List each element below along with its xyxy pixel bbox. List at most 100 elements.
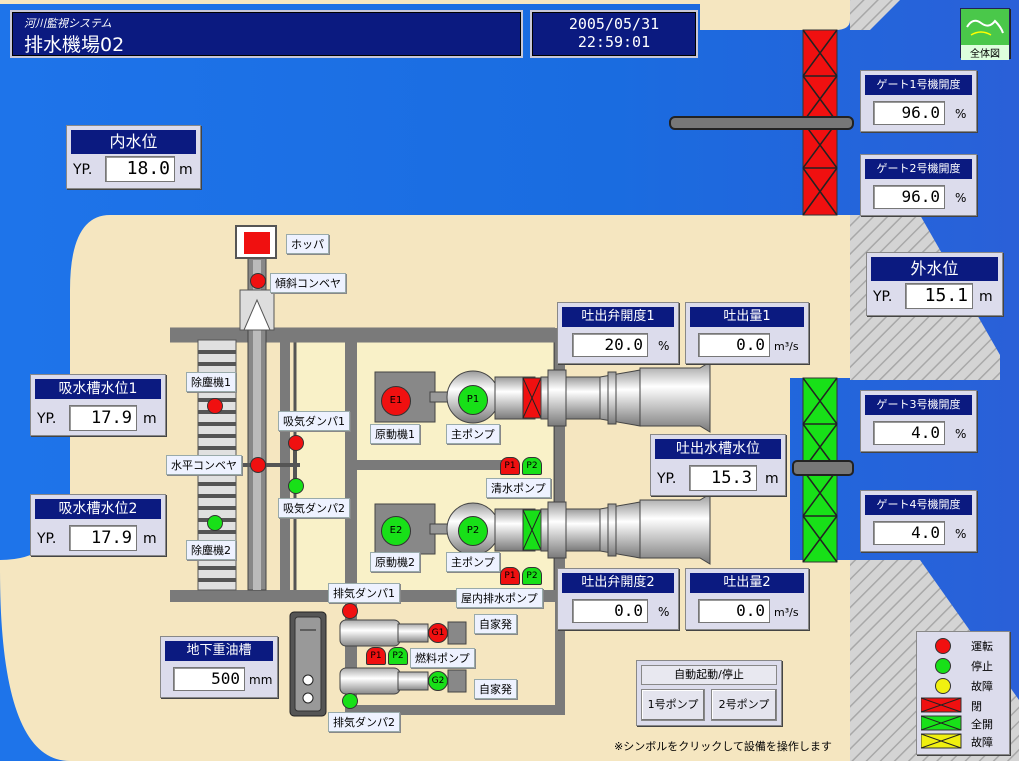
discharge-flow-2-panel: 吐出量2 0.0 m³/s (685, 568, 809, 630)
gate-2-value: 96.0 (873, 185, 945, 209)
intake-level-1-unit: m (143, 411, 157, 427)
discharge-valve-1-unit: % (658, 339, 670, 353)
pump-2-auto-button[interactable]: 2号ポンプ (711, 689, 777, 721)
gate-3-value: 4.0 (873, 421, 945, 445)
engine-1-status[interactable]: E1 (381, 386, 411, 416)
engine-2-label[interactable]: 原動機2 (370, 552, 420, 572)
discharge-valve-1-title: 吐出弁開度1 (562, 307, 674, 327)
exhaust-damper-1-label[interactable]: 排気ダンパ1 (328, 583, 400, 603)
generator-1-label[interactable]: 自家発 (474, 614, 517, 634)
intake-level-2-unit: m (143, 531, 157, 547)
date-display: 2005/05/31 (568, 15, 660, 33)
gate-2-unit: % (955, 191, 967, 205)
main-pump-2-label[interactable]: 主ポンプ (446, 552, 500, 572)
fuel-pump-label[interactable]: 燃料ポンプ (410, 648, 475, 668)
engine-2-status[interactable]: E2 (381, 516, 411, 546)
discharge-tank-value: 15.3 (689, 465, 757, 491)
intake-level-2-panel: 吸水槽水位2 YP. 17.9 m (30, 494, 166, 556)
incline-conveyor-label[interactable]: 傾斜コンベヤ (270, 273, 346, 293)
discharge-valve-2-unit: % (658, 605, 670, 619)
exhaust-damper-2-label[interactable]: 排気ダンパ2 (328, 712, 400, 732)
hopper-label[interactable]: ホッパ (286, 234, 329, 254)
intake-damper-2-label[interactable]: 吸気ダンパ2 (278, 498, 350, 518)
discharge-tank-unit: m (765, 471, 779, 487)
datetime-panel: 2005/05/31 22:59:01 (530, 10, 698, 58)
gate-4-unit: % (955, 527, 967, 541)
gate-1-unit: % (955, 107, 967, 121)
fuel-tank-value: 500 (173, 667, 245, 691)
legend-fault-label: 故障 (971, 680, 993, 693)
screen-2-label[interactable]: 除塵機2 (186, 540, 236, 560)
outer-level-unit: m (979, 289, 993, 305)
main-pump-1-label[interactable]: 主ポンプ (446, 424, 500, 444)
gate-4-title: ゲート4号機開度 (865, 495, 972, 515)
legend-bars (921, 697, 962, 749)
operation-note: ※シンボルをクリックして設備を操作します (614, 740, 832, 753)
gate-1-panel: ゲート1号機開度 96.0 % (860, 70, 977, 132)
exhaust-damper-2-status[interactable] (342, 693, 358, 709)
legend-stop-label: 停止 (971, 660, 993, 673)
horiz-conveyor-label[interactable]: 水平コンベヤ (166, 455, 242, 475)
overview-button[interactable]: 全体図 (960, 8, 1010, 60)
discharge-valve-1-value: 20.0 (572, 333, 648, 357)
intake-level-2-prefix: YP. (37, 531, 57, 547)
intake-level-2-value: 17.9 (69, 525, 137, 551)
system-name: 河川監視システム (24, 17, 112, 30)
horiz-conveyor-status[interactable] (250, 457, 266, 473)
exhaust-damper-1-status[interactable] (342, 603, 358, 619)
intake-damper-1-status[interactable] (288, 435, 304, 451)
outer-level-panel: 外水位 YP. 15.1 m (866, 252, 1003, 316)
intake-level-1-title: 吸水槽水位1 (35, 379, 161, 399)
legend-fullopen-label: 全開 (971, 718, 993, 731)
discharge-tank-title: 吐出水槽水位 (655, 439, 781, 459)
legend-closed-label: 閉 (971, 700, 982, 713)
generator-1-status[interactable]: G1 (428, 623, 448, 643)
legend-fault-dot (935, 678, 951, 694)
legend-run-dot (935, 638, 951, 654)
fuel-pump-2-status[interactable]: P2 (388, 647, 408, 665)
generator-2-label[interactable]: 自家発 (474, 679, 517, 699)
station-name: 排水機場02 (24, 34, 125, 56)
title-bar: 河川監視システム 排水機場02 (10, 10, 523, 58)
drain-pump-label[interactable]: 屋内排水ポンプ (456, 588, 543, 608)
incline-conveyor-status[interactable] (250, 273, 266, 289)
clean-pump-label[interactable]: 清水ポンプ (486, 478, 551, 498)
fuel-tank-panel: 地下重油槽 500 mm (160, 636, 278, 698)
intake-damper-2-status[interactable] (288, 478, 304, 494)
hopper-indicator[interactable] (244, 232, 270, 254)
discharge-valve-2-panel: 吐出弁開度2 0.0 % (557, 568, 679, 630)
discharge-valve-2-value: 0.0 (572, 599, 648, 623)
inner-level-prefix: YP. (73, 162, 93, 178)
outer-level-value: 15.1 (905, 283, 973, 309)
legend-run-label: 運転 (971, 640, 993, 653)
main-pump-1-status[interactable]: P1 (458, 385, 488, 415)
discharge-flow-1-panel: 吐出量1 0.0 m³/s (685, 302, 809, 364)
main-pump-2-status[interactable]: P2 (458, 516, 488, 546)
map-icon (966, 19, 1004, 36)
legend-stop-dot (935, 658, 951, 674)
inner-level-unit: m (179, 162, 193, 178)
intake-level-1-value: 17.9 (69, 405, 137, 431)
gate-1-value: 96.0 (873, 101, 945, 125)
engine-1-label[interactable]: 原動機1 (370, 424, 420, 444)
pump-1-auto-button[interactable]: 1号ポンプ (641, 689, 705, 721)
overview-label: 全体図 (961, 45, 1009, 60)
gate-4-value: 4.0 (873, 521, 945, 545)
generator-2-status[interactable]: G2 (428, 671, 448, 691)
gate-3-unit: % (955, 427, 967, 441)
discharge-flow-2-unit: m³/s (774, 606, 799, 619)
gate-2-panel: ゲート2号機開度 96.0 % (860, 154, 977, 216)
clean-pump-1-status[interactable]: P1 (500, 457, 520, 475)
clean-pump-2-status[interactable]: P2 (522, 457, 542, 475)
screen-1-status[interactable] (207, 398, 223, 414)
screen-1-label[interactable]: 除塵機1 (186, 372, 236, 392)
drain-pump-1-status[interactable]: P1 (500, 567, 520, 585)
screen-2-status[interactable] (207, 515, 223, 531)
discharge-flow-1-value: 0.0 (698, 333, 770, 357)
discharge-tank-prefix: YP. (657, 471, 677, 487)
legend-gate-fault-label: 故障 (971, 736, 993, 749)
fuel-pump-1-status[interactable]: P1 (366, 647, 386, 665)
drain-pump-2-status[interactable]: P2 (522, 567, 542, 585)
intake-damper-1-label[interactable]: 吸気ダンパ1 (278, 411, 350, 431)
gate-2-title: ゲート2号機開度 (865, 159, 972, 179)
